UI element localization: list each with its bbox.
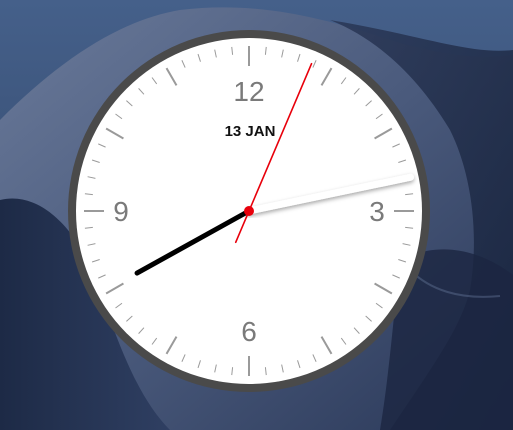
numeral-12: 12: [233, 76, 264, 107]
center-cap: [244, 206, 254, 216]
desktop: 12 3 6 9 13 JAN: [0, 0, 513, 430]
date-label: 13 JAN: [225, 123, 276, 140]
clock-widget[interactable]: 12 3 6 9 13 JAN: [0, 0, 513, 430]
numeral-6: 6: [241, 316, 257, 347]
numeral-9: 9: [113, 196, 129, 227]
numeral-3: 3: [369, 196, 385, 227]
